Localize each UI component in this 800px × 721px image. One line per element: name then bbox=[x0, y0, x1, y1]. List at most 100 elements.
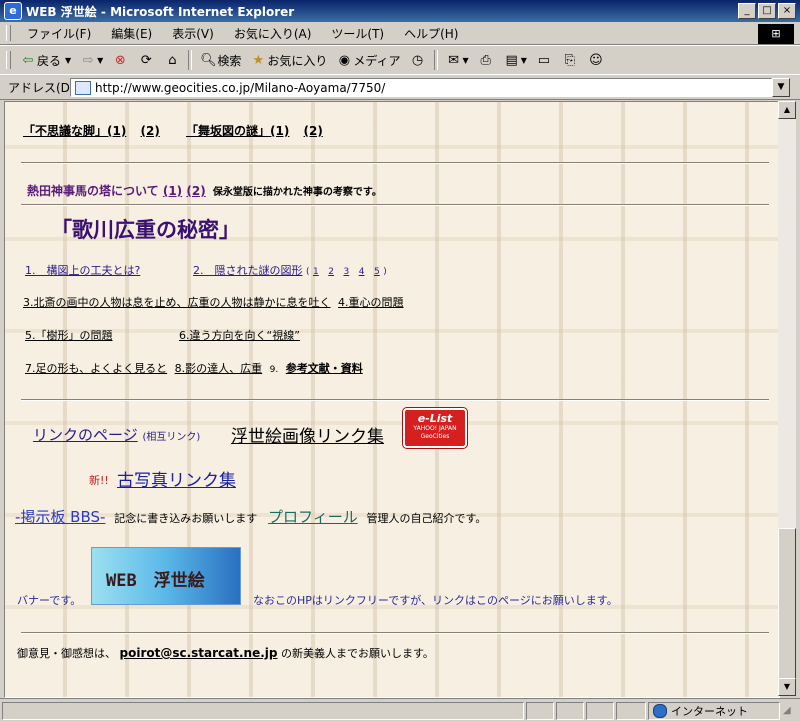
contact-email-link[interactable]: poirot@sc.starcat.ne.jp bbox=[120, 646, 278, 660]
edit-button[interactable]: ▤ ▼ bbox=[499, 48, 531, 72]
link-fushigi-ashi-1[interactable]: 「不思議な脚」(1) bbox=[23, 124, 126, 138]
ie-app-icon: e bbox=[4, 2, 22, 20]
mail-dropdown-icon[interactable]: ▼ bbox=[463, 56, 469, 65]
back-dropdown-icon[interactable]: ▼ bbox=[65, 56, 71, 65]
home-button[interactable]: ⌂ bbox=[159, 48, 185, 72]
minimize-button[interactable]: _ bbox=[738, 3, 756, 19]
media-label: メディア bbox=[353, 53, 401, 68]
item-7-link[interactable]: 7.足の形も、よくよく見ると bbox=[25, 362, 167, 375]
history-icon: ◷ bbox=[411, 52, 424, 68]
messenger-button[interactable]: ☺ bbox=[583, 48, 609, 72]
divider bbox=[21, 204, 769, 206]
menu-favorites[interactable]: お気に入り(A) bbox=[224, 25, 322, 42]
contact-row: 御意見・御感想は、 poirot@sc.starcat.ne.jp の新美義人ま… bbox=[17, 645, 434, 661]
item-2-close-paren: ) bbox=[383, 267, 387, 277]
bbs-row: -掲示板 BBS- 記念に書き込みお願いします プロフィール 管理人の自己紹介で… bbox=[15, 506, 486, 527]
item-5-link[interactable]: 5.「樹形」の問題 bbox=[25, 329, 113, 342]
item-2-page-3[interactable]: 3 bbox=[343, 267, 349, 277]
menu-help[interactable]: ヘルプ(H) bbox=[394, 25, 468, 42]
atsuta-link-1[interactable]: (1) bbox=[163, 184, 182, 198]
media-button[interactable]: ◉ メディア bbox=[331, 48, 404, 72]
page-content: 「不思議な脚」(1) (2) 「舞坂図の謎」(1) (2) 熱田神事馬の塔につい… bbox=[4, 101, 780, 698]
menu-bar: ファイル(F) 編集(E) 表示(V) お気に入り(A) ツール(T) ヘルプ(… bbox=[0, 22, 800, 45]
refresh-icon: ⟳ bbox=[140, 52, 152, 68]
divider bbox=[21, 399, 769, 401]
vertical-scrollbar[interactable]: ▲ ▼ bbox=[778, 101, 796, 696]
link-maisaka-1[interactable]: 「舞坂図の謎」(1) bbox=[186, 124, 289, 138]
scroll-thumb[interactable] bbox=[778, 528, 796, 680]
title-bar: e WEB 浮世絵 - Microsoft Internet Explorer … bbox=[0, 0, 800, 22]
item-3-link[interactable]: 3.北斎の画中の人物は息を止め、広重の人物は静かに息を吐く bbox=[23, 296, 331, 309]
link-page-link[interactable]: リンクのページ bbox=[33, 426, 138, 444]
resize-grip-icon[interactable]: ◢ bbox=[783, 705, 791, 716]
item-9-link[interactable]: 参考文献・資料 bbox=[286, 362, 363, 375]
menu-tools[interactable]: ツール(T) bbox=[321, 25, 394, 42]
item-8-link[interactable]: 8.影の達人、広重 bbox=[175, 362, 263, 375]
stop-button[interactable]: ⊗ bbox=[107, 48, 133, 72]
link-fushigi-ashi-2[interactable]: (2) bbox=[141, 124, 160, 138]
forward-dropdown-icon[interactable]: ▼ bbox=[97, 56, 103, 65]
zone-label: インターネット bbox=[671, 705, 748, 718]
item-6-link[interactable]: 6.違う方向を向く“視線” bbox=[179, 329, 300, 342]
item-2-page-2[interactable]: 2 bbox=[328, 267, 334, 277]
address-url: http://www.geocities.co.jp/Milano-Aoyama… bbox=[95, 80, 386, 95]
toolbar-separator bbox=[188, 50, 193, 70]
messenger-icon: ☺ bbox=[589, 52, 603, 68]
edit-dropdown-icon[interactable]: ▼ bbox=[521, 56, 527, 65]
status-text-pane bbox=[2, 702, 524, 720]
forward-arrow-icon: ⇨ bbox=[82, 52, 94, 68]
atsuta-note: 保永堂版に描かれた神事の考察です。 bbox=[212, 187, 382, 198]
item-4-link[interactable]: 4.重心の問題 bbox=[338, 296, 404, 309]
back-button[interactable]: ⇦ 戻る ▼ bbox=[15, 48, 75, 72]
status-pane bbox=[616, 702, 646, 720]
address-dropdown-icon[interactable]: ▼ bbox=[772, 78, 790, 97]
item-2-page-1[interactable]: 1 bbox=[313, 267, 319, 277]
printer-icon: ⎙ bbox=[480, 52, 491, 68]
status-pane bbox=[526, 702, 554, 720]
forward-button[interactable]: ⇨ ▼ bbox=[75, 48, 107, 72]
divider bbox=[21, 632, 769, 634]
print-button[interactable]: ⎙ bbox=[473, 48, 499, 72]
search-label: 検索 bbox=[217, 53, 242, 68]
item-2-link[interactable]: 2. 隠された謎の図形 bbox=[193, 264, 303, 277]
refresh-button[interactable]: ⟳ bbox=[133, 48, 159, 72]
item-1-link[interactable]: 1. 構図上の工夫とは? bbox=[25, 264, 140, 277]
toolbar-grip[interactable] bbox=[6, 51, 11, 69]
address-input[interactable]: http://www.geocities.co.jp/Milano-Aoyama… bbox=[70, 78, 772, 97]
windows-logo-icon: ⊞ bbox=[758, 24, 794, 44]
close-button[interactable]: × bbox=[778, 3, 796, 19]
scroll-down-button[interactable]: ▼ bbox=[778, 678, 796, 696]
menu-view[interactable]: 表示(V) bbox=[162, 25, 224, 42]
maximize-button[interactable]: □ bbox=[758, 3, 776, 19]
menu-edit[interactable]: 編集(E) bbox=[101, 25, 162, 42]
address-bar: アドレス(D) http://www.geocities.co.jp/Milan… bbox=[0, 74, 800, 100]
stop-icon: ⊗ bbox=[114, 52, 126, 68]
atsuta-row: 熱田神事馬の塔について (1) (2) 保永堂版に描かれた神事の考察です。 bbox=[27, 182, 382, 199]
bbs-text: 記念に書き込みお願いします bbox=[114, 512, 258, 525]
item-2-page-5[interactable]: 5 bbox=[374, 267, 380, 277]
new-label: 新!! bbox=[89, 474, 109, 487]
search-button[interactable]: 🔍︎ 検索 bbox=[195, 48, 245, 72]
item-3-4-row: 3.北斎の画中の人物は息を止め、広重の人物は静かに息を吐く 4.重心の問題 bbox=[23, 294, 404, 310]
mail-button[interactable]: ✉ ▼ bbox=[441, 48, 473, 72]
ukiyoe-image-links-link[interactable]: 浮世絵画像リンク集 bbox=[231, 427, 384, 447]
address-label: アドレス(D) bbox=[8, 80, 75, 95]
menu-grip[interactable] bbox=[6, 25, 11, 41]
menu-file[interactable]: ファイル(F) bbox=[17, 25, 101, 42]
contact-prefix: 御意見・御感想は、 bbox=[17, 647, 116, 660]
scroll-up-button[interactable]: ▲ bbox=[778, 101, 796, 119]
link-maisaka-2[interactable]: (2) bbox=[304, 124, 323, 138]
elist-badge[interactable]: e-List YAHOO! JAPAN GeoCities bbox=[403, 408, 467, 448]
item-2-page-4[interactable]: 4 bbox=[359, 267, 365, 277]
favorites-button[interactable]: ★ お気に入り bbox=[245, 48, 331, 72]
status-pane bbox=[586, 702, 614, 720]
page-icon bbox=[75, 80, 91, 95]
profile-link[interactable]: プロフィール bbox=[268, 508, 358, 526]
banner-image[interactable]: WEB 浮世絵 bbox=[91, 547, 241, 605]
atsuta-link-2[interactable]: (2) bbox=[186, 184, 205, 198]
history-button[interactable]: ◷ bbox=[405, 48, 431, 72]
discuss-button[interactable]: ▭ bbox=[531, 48, 557, 72]
bbs-link[interactable]: -掲示板 BBS- bbox=[15, 508, 105, 526]
old-photo-links-link[interactable]: 古写真リンク集 bbox=[117, 471, 236, 491]
research-button[interactable]: ⎘ bbox=[557, 48, 583, 72]
